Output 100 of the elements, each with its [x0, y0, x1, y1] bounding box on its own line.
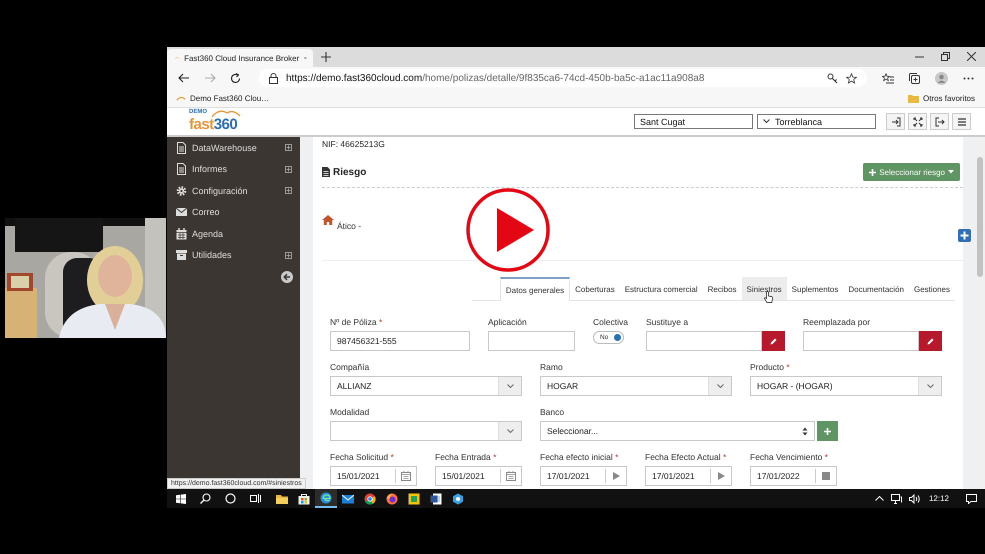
select-risk-button[interactable]: Seleccionar riesgo: [863, 163, 960, 181]
lock-icon: [269, 72, 278, 84]
field-label: Modalidad: [330, 407, 370, 417]
tab[interactable]: Recibos: [702, 277, 742, 300]
home-icon: [322, 215, 334, 225]
chevron-down-icon: [506, 429, 514, 433]
sign-out-button[interactable]: [930, 113, 949, 130]
field-label: Ramo: [540, 362, 564, 372]
folder-icon: [276, 492, 288, 504]
play-button[interactable]: [466, 188, 550, 272]
bookmark-folder[interactable]: Otros favoritos: [908, 94, 975, 102]
tab-title: Fast360 Cloud Insurance Broker: [184, 54, 300, 62]
expand-icon: [912, 116, 922, 126]
expand-plus-icon: [285, 144, 292, 152]
square-icon: [408, 492, 420, 504]
swirl-icon: [320, 492, 332, 504]
calendar-icon: [176, 228, 187, 240]
expand-plus-icon: [285, 166, 292, 173]
text-field[interactable]: [646, 331, 762, 351]
date-field[interactable]: 17/01/2021: [645, 466, 732, 486]
document-icon: [430, 492, 442, 504]
profile-icon[interactable]: [935, 72, 948, 84]
clock[interactable]: 12:12: [928, 494, 949, 503]
folder-icon: [908, 94, 919, 102]
chrome-icon: [364, 492, 376, 504]
restore-icon[interactable]: [941, 52, 950, 61]
more-icon[interactable]: [963, 76, 974, 80]
select-field[interactable]: [330, 421, 522, 441]
reload-icon[interactable]: [230, 72, 241, 84]
edit-button[interactable]: [762, 331, 785, 351]
address-field[interactable]: https://demo.fast360cloud.com/home/polizas/detalle/9f835ca6-74cd-450b-ba5c-a1ac11a908a8: [259, 69, 867, 87]
star-icon[interactable]: [846, 72, 857, 84]
notification-icon[interactable]: [966, 494, 977, 504]
envelope-icon: [176, 206, 187, 218]
add-button[interactable]: [817, 421, 838, 441]
tab[interactable]: Datos generales: [500, 277, 570, 301]
sidebar-item[interactable]: Configuración: [167, 180, 300, 202]
calendar-icon: [401, 471, 411, 481]
office-select[interactable]: Torreblanca: [757, 114, 876, 129]
field-label: Nº de Póliza *: [330, 317, 384, 327]
chevron-down-icon: [763, 119, 770, 124]
gear-icon: [176, 184, 187, 197]
volume-icon[interactable]: [908, 494, 921, 504]
favorites-icon[interactable]: [882, 72, 894, 84]
pencil-icon: [770, 338, 777, 344]
taskbar-app[interactable]: [315, 489, 337, 508]
tab[interactable]: Estructura comercial: [620, 277, 703, 300]
field-label: Sustituye a: [646, 317, 690, 327]
network-icon[interactable]: [890, 494, 902, 504]
bookmark-link[interactable]: Demo Fast360 Clou…: [176, 94, 270, 102]
chevron-up-icon[interactable]: [874, 496, 884, 501]
sidebar-item[interactable]: Agenda: [167, 223, 300, 244]
field-label: Reemplazada por: [803, 317, 872, 327]
field-label: Aplicación: [488, 317, 528, 327]
tab[interactable]: Documentación: [843, 277, 909, 300]
tab[interactable]: Gestiones: [908, 277, 955, 300]
select-field[interactable]: HOGAR: [540, 376, 732, 396]
expand-button[interactable]: [908, 113, 927, 130]
edit-button[interactable]: [919, 331, 942, 351]
field-label: Fecha Vencimiento *: [750, 452, 829, 462]
date-field[interactable]: 17/01/2021: [540, 466, 627, 486]
sign-in-button[interactable]: [886, 113, 905, 130]
field-label: Fecha Efecto Actual *: [645, 452, 728, 462]
collections-icon[interactable]: [909, 72, 920, 84]
play-icon: [611, 471, 621, 481]
sidebar-item[interactable]: Utilidades: [167, 244, 300, 266]
sign-out-icon: [934, 116, 944, 126]
browser-tab[interactable]: Fast360 Cloud Insurance Broker: [167, 49, 313, 67]
select-field[interactable]: HOGAR - (HOGAR): [750, 376, 942, 396]
menu-icon: [956, 116, 966, 126]
collapse-arrow-icon[interactable]: [281, 271, 293, 283]
key-icon[interactable]: [827, 72, 838, 84]
tab[interactable]: Siniestros: [742, 277, 787, 300]
select-field[interactable]: Seleccionar...: [540, 421, 815, 441]
sidebar-item[interactable]: DataWarehouse: [167, 137, 300, 158]
sidebar-item[interactable]: Correo: [167, 202, 300, 223]
text-field[interactable]: [488, 331, 575, 351]
select-field[interactable]: ALLIANZ: [330, 376, 522, 396]
plus-icon: [869, 168, 876, 176]
sidebar-item[interactable]: Informes: [167, 158, 300, 180]
sign-in-icon: [890, 116, 900, 126]
menu-button[interactable]: [952, 113, 971, 130]
swoosh-icon: [176, 96, 186, 100]
field-label: Fecha Solicitud *: [330, 452, 395, 462]
tab[interactable]: Coberturas: [570, 277, 620, 300]
close-icon[interactable]: [967, 52, 976, 61]
date-field[interactable]: 15/01/2021: [330, 466, 417, 486]
new-tab-icon[interactable]: [321, 52, 331, 62]
tab[interactable]: Suplementos: [786, 277, 844, 300]
location-field[interactable]: Sant Cugat: [634, 114, 753, 129]
sort-arrows-icon: [802, 426, 808, 436]
date-field[interactable]: 17/01/2022: [750, 466, 837, 486]
field-label: Compañía: [330, 362, 370, 372]
text-field[interactable]: [803, 331, 919, 351]
scrollbar-thumb[interactable]: [977, 157, 983, 277]
pencil-icon: [927, 338, 934, 344]
text-field[interactable]: 987456321-555: [330, 331, 470, 351]
back-icon[interactable]: [178, 73, 190, 83]
add-icon[interactable]: [958, 229, 971, 242]
date-field[interactable]: 15/01/2021: [435, 466, 522, 486]
